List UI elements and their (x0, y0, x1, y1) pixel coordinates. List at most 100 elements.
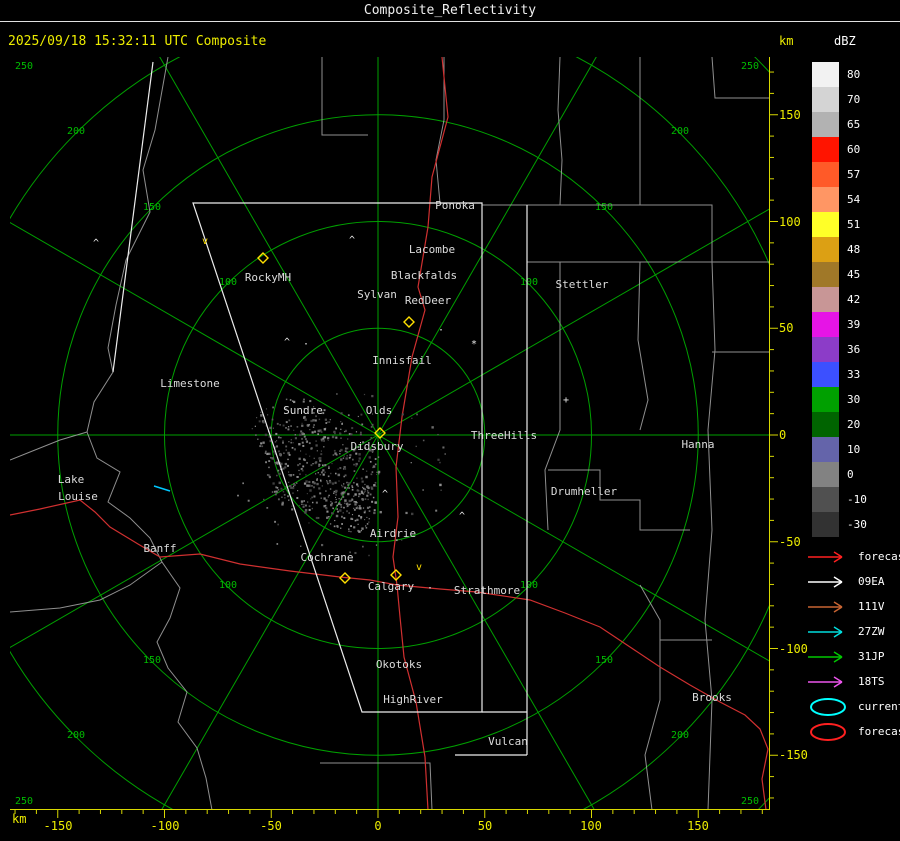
right-axis-tick-label: 50 (779, 321, 794, 335)
colorbar-value-label: 39 (847, 318, 861, 331)
colorbar-row: 33 (800, 362, 867, 387)
colorbar-value-label: 20 (847, 418, 861, 431)
bottom-axis-tick-label: 150 (687, 819, 709, 833)
city-label: RedDeer (405, 294, 452, 307)
window-title: Composite_Reflectivity (0, 0, 900, 22)
track-legend-row: 31JP (800, 644, 900, 669)
colorbar-row: 65 (800, 112, 867, 137)
track-legend-row: forecast (800, 719, 900, 744)
colorbar-swatch (812, 237, 839, 262)
reflectivity-colorbar: 80 70 65 60 57 54 51 48 45 42 39 36 33 30 20 10 0 -10 -30 (800, 62, 867, 537)
colorbar-swatch (812, 512, 839, 537)
colorbar-value-label: 10 (847, 443, 861, 456)
city-label: Limestone (160, 377, 220, 390)
colorbar-swatch (812, 312, 839, 337)
colorbar-value-label: 60 (847, 143, 861, 156)
svg-text:v: v (416, 562, 422, 573)
colorbar-value-label: -30 (847, 518, 867, 531)
legend-panel: dBZ 80 70 65 60 57 54 51 48 45 42 39 36 33 30 20 10 0 -10… (800, 22, 900, 841)
colorbar-swatch (812, 487, 839, 512)
city-label: RockyMH (245, 271, 291, 284)
svg-text:250: 250 (15, 61, 33, 72)
track-legend-label: forecast (858, 550, 900, 563)
product-timestamp: 2025/09/18 15:32:11 UTC Composite (8, 34, 267, 49)
colorbar-value-label: 0 (847, 468, 854, 481)
river-segment (153, 485, 171, 492)
svg-text:*: * (471, 339, 477, 350)
colorbar-row: 0 (800, 462, 867, 487)
track-legend-row: 18TS (800, 669, 900, 694)
colorbar-row: -30 (800, 512, 867, 537)
track-legend: forecast 09EA 111V 27ZW 31JP 18TS current forec… (800, 544, 900, 744)
track-legend-label: 18TS (858, 675, 885, 688)
colorbar-value-label: 45 (847, 268, 861, 281)
radar-map[interactable]: 100 150 200 250 100 150 200 250 100 150 200 250 100 1… (10, 57, 780, 822)
colorbar-value-label: 51 (847, 218, 861, 231)
track-arrow-icon (808, 625, 843, 638)
track-ellipse-icon (810, 697, 846, 716)
svg-text:100: 100 (219, 277, 237, 288)
svg-text:200: 200 (671, 730, 689, 741)
colorbar-value-label: 30 (847, 393, 861, 406)
track-legend-label: 27ZW (858, 625, 885, 638)
right-axis-tick-label: 100 (779, 215, 801, 229)
colorbar-value-label: 36 (847, 343, 861, 356)
track-arrow-icon (808, 600, 843, 613)
colorbar-row: 10 (800, 437, 867, 462)
city-label: Hanna (681, 438, 714, 451)
colorbar-swatch (812, 162, 839, 187)
colorbar-swatch (812, 62, 839, 87)
right-axis-tick-label: 0 (779, 428, 787, 442)
city-label: Didsbury (351, 440, 404, 453)
colorbar-swatch (812, 187, 839, 212)
track-arrow-icon (808, 675, 843, 688)
svg-text:·: · (303, 339, 309, 350)
bottom-axis-tick-label: -100 (150, 819, 180, 833)
track-legend-label: current (858, 700, 900, 713)
track-ellipse-icon (810, 722, 846, 741)
svg-text:200: 200 (67, 126, 85, 137)
right-axis-unit-label: km (779, 34, 794, 48)
right-axis-tick-label: 150 (779, 108, 801, 122)
city-label: Banff (143, 542, 176, 555)
city-label: Olds (366, 404, 393, 417)
colorbar-row: 45 (800, 262, 867, 287)
colorbar-swatch (812, 287, 839, 312)
city-label: Vulcan (488, 735, 528, 748)
station-point-markers: ^ ^ ^ ^ ^ · · · + * (93, 235, 569, 594)
bottom-axis-tick-label: -50 (260, 819, 282, 833)
city-label: HighRiver (383, 693, 443, 706)
bottom-axis-tick-label: 50 (477, 819, 493, 833)
colorbar-swatch (812, 437, 839, 462)
track-legend-label: 09EA (858, 575, 885, 588)
right-axis-tick-label: -50 (779, 535, 801, 549)
svg-text:100: 100 (219, 580, 237, 591)
colorbar-row: 36 (800, 337, 867, 362)
colorbar-row: 48 (800, 237, 867, 262)
track-legend-row: current (800, 694, 900, 719)
colorbar-row: 80 (800, 62, 867, 87)
colorbar-swatch (812, 412, 839, 437)
city-label: Innisfail (372, 354, 432, 367)
city-label: Sundre (283, 404, 323, 417)
colorbar-title: dBZ (834, 34, 856, 48)
svg-text:^: ^ (459, 511, 465, 522)
colorbar-row: 30 (800, 387, 867, 412)
colorbar-value-label: 80 (847, 68, 861, 81)
svg-text:150: 150 (143, 202, 161, 213)
track-legend-label: 111V (858, 600, 885, 613)
track-legend-row: forecast (800, 544, 900, 569)
colorbar-value-label: 42 (847, 293, 861, 306)
city-label: Ponoka (435, 199, 475, 212)
colorbar-swatch (812, 87, 839, 112)
city-label: Louise (58, 490, 98, 503)
city-label: Strathmore (454, 584, 520, 597)
track-arrow-icon (808, 550, 843, 563)
colorbar-value-label: 54 (847, 193, 861, 206)
colorbar-value-label: -10 (847, 493, 867, 506)
colorbar-row: 54 (800, 187, 867, 212)
city-label: Okotoks (376, 658, 422, 671)
colorbar-swatch (812, 212, 839, 237)
city-label: Airdrie (370, 527, 416, 540)
city-label: Drumheller (551, 485, 618, 498)
